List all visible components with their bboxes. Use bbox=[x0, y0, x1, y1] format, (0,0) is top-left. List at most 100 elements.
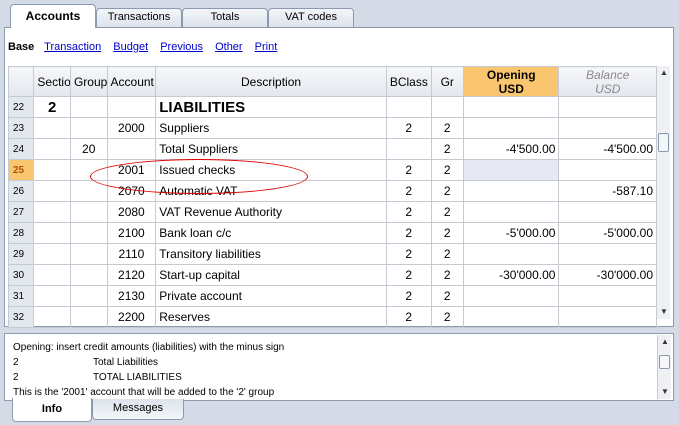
cell-group[interactable] bbox=[69, 243, 108, 265]
cell-opening[interactable] bbox=[462, 243, 560, 265]
table-row[interactable]: 27 2080 VAT Revenue Authority 2 2 bbox=[7, 201, 657, 223]
cell-section[interactable] bbox=[33, 180, 71, 202]
cell-bclass[interactable]: 2 bbox=[385, 180, 432, 202]
cell-bclass[interactable]: 2 bbox=[385, 285, 432, 307]
cell-desc[interactable]: Private account bbox=[155, 285, 387, 307]
cell-section[interactable]: 2 bbox=[33, 96, 71, 118]
col-header-gr[interactable]: Gr bbox=[430, 66, 464, 97]
cell-opening[interactable] bbox=[462, 285, 560, 307]
tab-totals[interactable]: Totals bbox=[182, 8, 268, 27]
scroll-up-icon[interactable]: ▲ bbox=[658, 335, 672, 349]
scroll-up-icon[interactable]: ▲ bbox=[657, 66, 671, 80]
cell-opening[interactable] bbox=[462, 180, 560, 202]
cell-account[interactable]: 2110 bbox=[106, 243, 157, 265]
cell-desc[interactable]: Issued checks bbox=[155, 159, 387, 181]
cell-desc[interactable]: Reserves bbox=[155, 306, 387, 328]
cell-desc[interactable]: Start-up capital bbox=[155, 264, 387, 286]
cell-section[interactable] bbox=[33, 201, 71, 223]
cell-opening[interactable] bbox=[462, 306, 560, 328]
table-scrollbar[interactable]: ▲ ▼ bbox=[656, 66, 670, 319]
table-row[interactable]: 30 2120 Start-up capital 2 2 -30'000.00 -30'00… bbox=[7, 264, 657, 286]
table-row[interactable]: 26 2070 Automatic VAT 2 2 -587.10 bbox=[7, 180, 657, 202]
scroll-thumb[interactable] bbox=[659, 355, 670, 369]
cell-account[interactable]: 2120 bbox=[106, 264, 157, 286]
cell-bclass[interactable]: 2 bbox=[385, 243, 432, 265]
cell-gr[interactable]: 2 bbox=[430, 159, 464, 181]
cell-group[interactable] bbox=[69, 201, 108, 223]
cell-balance[interactable] bbox=[558, 96, 657, 118]
view-previous[interactable]: Previous bbox=[160, 41, 203, 53]
cell-balance[interactable]: -5'000.00 bbox=[558, 222, 657, 244]
cell-account[interactable]: 2080 bbox=[106, 201, 157, 223]
col-header-balance[interactable]: Balance USD bbox=[558, 66, 657, 97]
view-budget[interactable]: Budget bbox=[113, 41, 148, 53]
cell-balance[interactable] bbox=[558, 201, 657, 223]
cell-group[interactable] bbox=[69, 117, 108, 139]
row-number[interactable]: 27 bbox=[7, 201, 35, 223]
scroll-thumb[interactable] bbox=[658, 133, 669, 152]
cell-section[interactable] bbox=[33, 159, 71, 181]
scroll-down-icon[interactable]: ▼ bbox=[658, 385, 672, 399]
cell-section[interactable] bbox=[33, 222, 71, 244]
cell-opening[interactable] bbox=[462, 117, 560, 139]
col-header-section[interactable]: Section bbox=[33, 66, 71, 97]
cell-group[interactable] bbox=[69, 285, 108, 307]
cell-bclass[interactable] bbox=[385, 138, 432, 160]
cell-gr[interactable]: 2 bbox=[430, 117, 464, 139]
cell-desc[interactable]: LIABILITIES bbox=[155, 96, 387, 118]
cell-bclass[interactable]: 2 bbox=[385, 264, 432, 286]
info-scrollbar[interactable]: ▲ ▼ bbox=[657, 335, 671, 399]
view-transaction[interactable]: Transaction bbox=[44, 41, 101, 53]
tab-accounts[interactable]: Accounts bbox=[10, 4, 96, 28]
cell-gr[interactable]: 2 bbox=[430, 138, 464, 160]
col-header-description[interactable]: Description bbox=[155, 66, 387, 97]
cell-balance[interactable] bbox=[558, 159, 657, 181]
cell-bclass[interactable]: 2 bbox=[385, 201, 432, 223]
corner-cell[interactable] bbox=[7, 66, 35, 97]
scroll-down-icon[interactable]: ▼ bbox=[657, 305, 671, 319]
col-header-opening[interactable]: Opening USD bbox=[462, 66, 560, 97]
cell-section[interactable] bbox=[33, 264, 71, 286]
table-row[interactable]: 23 2000 Suppliers 2 2 bbox=[7, 117, 657, 139]
cell-desc[interactable]: VAT Revenue Authority bbox=[155, 201, 387, 223]
cell-account[interactable]: 2130 bbox=[106, 285, 157, 307]
cell-balance[interactable]: -30'000.00 bbox=[558, 264, 657, 286]
cell-account[interactable] bbox=[106, 96, 157, 118]
cell-balance[interactable] bbox=[558, 243, 657, 265]
cell-opening[interactable] bbox=[462, 159, 560, 181]
table-row[interactable]: 31 2130 Private account 2 2 bbox=[7, 285, 657, 307]
cell-account[interactable]: 2100 bbox=[106, 222, 157, 244]
cell-bclass[interactable]: 2 bbox=[385, 117, 432, 139]
view-base[interactable]: Base bbox=[8, 41, 34, 53]
cell-desc[interactable]: Transitory liabilities bbox=[155, 243, 387, 265]
cell-balance[interactable] bbox=[558, 117, 657, 139]
cell-desc[interactable]: Automatic VAT bbox=[155, 180, 387, 202]
cell-section[interactable] bbox=[33, 117, 71, 139]
tab-messages[interactable]: Messages bbox=[92, 399, 184, 420]
cell-gr[interactable] bbox=[430, 96, 464, 118]
table-row[interactable]: 22 2 LIABILITIES bbox=[7, 96, 657, 118]
cell-group[interactable] bbox=[69, 222, 108, 244]
view-print[interactable]: Print bbox=[255, 41, 278, 53]
tab-vat-codes[interactable]: VAT codes bbox=[268, 8, 354, 27]
table-row[interactable]: 25 2001 Issued checks 2 2 bbox=[7, 159, 657, 181]
cell-group[interactable] bbox=[69, 306, 108, 328]
cell-opening[interactable] bbox=[462, 96, 560, 118]
cell-desc[interactable]: Total Suppliers bbox=[155, 138, 387, 160]
cell-account[interactable]: 2070 bbox=[106, 180, 157, 202]
cell-group[interactable]: 20 bbox=[69, 138, 108, 160]
cell-balance[interactable] bbox=[558, 306, 657, 328]
view-other[interactable]: Other bbox=[215, 41, 243, 53]
cell-bclass[interactable] bbox=[385, 96, 432, 118]
col-header-group[interactable]: Group bbox=[69, 66, 108, 97]
cell-section[interactable] bbox=[33, 285, 71, 307]
cell-group[interactable] bbox=[69, 180, 108, 202]
row-number[interactable]: 29 bbox=[7, 243, 35, 265]
cell-account[interactable]: 2001 bbox=[106, 159, 157, 181]
cell-opening[interactable] bbox=[462, 201, 560, 223]
table-row[interactable]: 24 20 Total Suppliers 2 -4'500.00 -4'500.00 bbox=[7, 138, 657, 160]
table-row[interactable]: 28 2100 Bank loan c/c 2 2 -5'000.00 -5'000.00 bbox=[7, 222, 657, 244]
row-number[interactable]: 23 bbox=[7, 117, 35, 139]
cell-section[interactable] bbox=[33, 138, 71, 160]
cell-group[interactable] bbox=[69, 159, 108, 181]
